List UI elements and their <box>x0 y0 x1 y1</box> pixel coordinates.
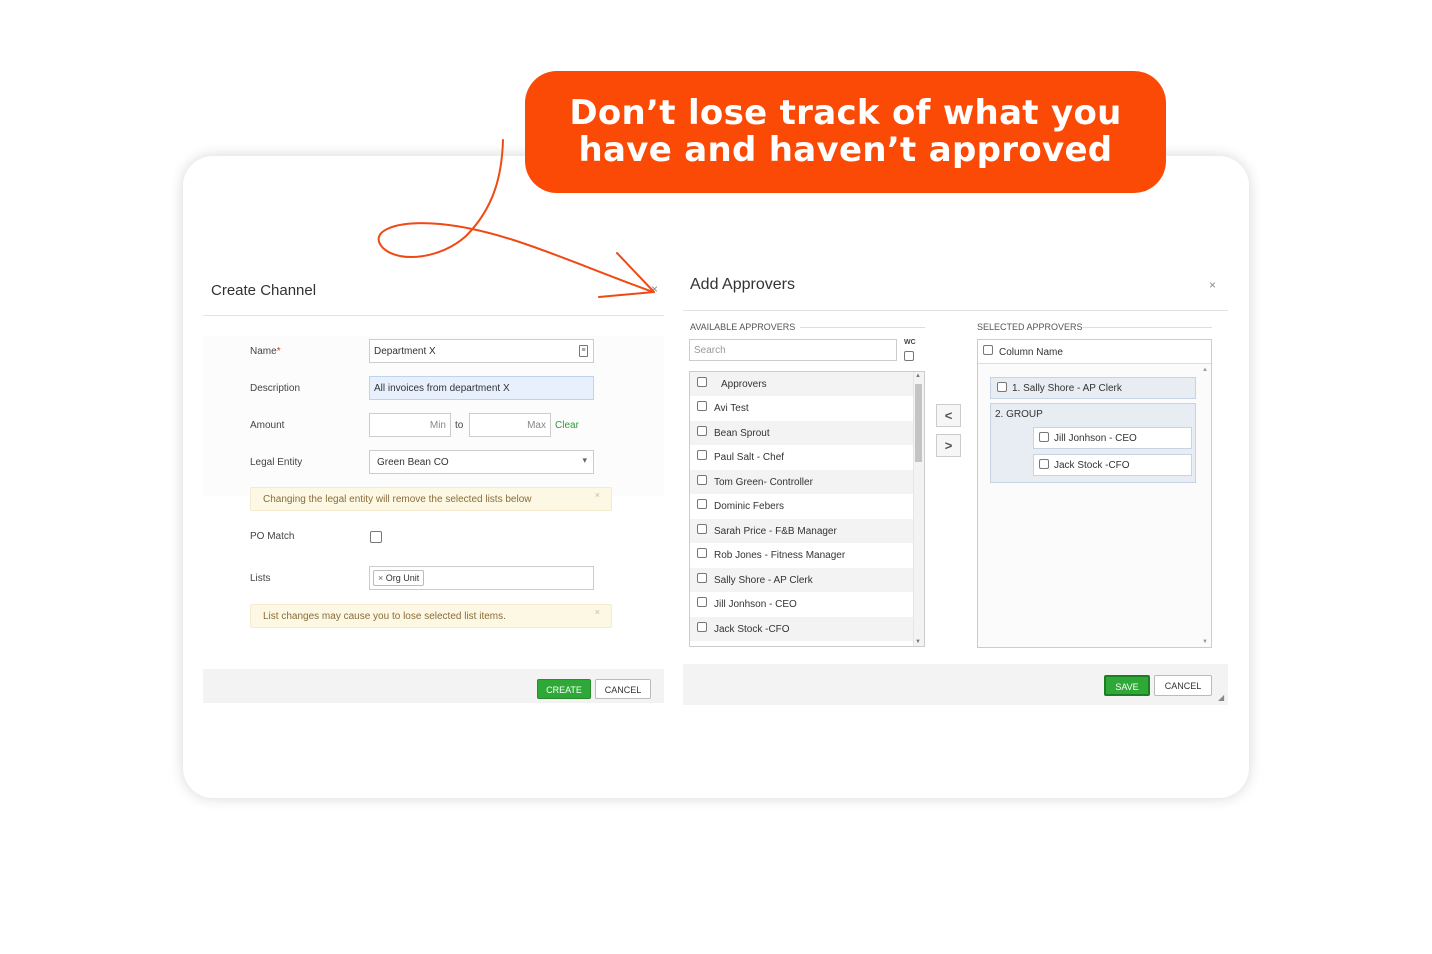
po-match-label: PO Match <box>250 531 295 542</box>
available-approvers-label: AVAILABLE APPROVERS <box>690 322 796 332</box>
select-all-checkbox[interactable] <box>697 377 707 387</box>
list-scrollbar[interactable]: ▲ ▼ <box>913 372 924 646</box>
scrollbar-thumb[interactable] <box>915 384 922 462</box>
lists-label: Lists <box>250 573 271 584</box>
scroll-down-icon[interactable]: ▼ <box>1202 639 1208 645</box>
selected-approvers-list: Column Name 1. Sally Shore - AP Clerk 2.… <box>977 339 1212 648</box>
selected-approvers-label: SELECTED APPROVERS <box>977 322 1083 332</box>
divider <box>1083 327 1212 328</box>
legal-entity-label: Legal Entity <box>250 457 303 468</box>
headline-line-1: Don’t lose track of what you <box>569 93 1122 133</box>
available-approvers-list: Approvers Avi Test Bean Sprout Paul Salt… <box>689 371 925 647</box>
list-item[interactable]: Jack Stock -CFO <box>690 617 913 641</box>
selected-approver-item[interactable]: 1. Sally Shore - AP Clerk <box>990 377 1196 399</box>
scroll-down-icon[interactable]: ▼ <box>915 639 921 645</box>
add-approvers-close-icon[interactable]: × <box>1209 278 1216 292</box>
legal-entity-warning: Changing the legal entity will remove th… <box>250 487 612 511</box>
name-input[interactable]: Department X ≡ <box>369 339 594 363</box>
amount-max-input[interactable]: Max <box>469 413 551 437</box>
item-checkbox[interactable] <box>697 450 707 460</box>
close-icon[interactable]: × <box>595 607 600 617</box>
group-member-item[interactable]: Jack Stock -CFO <box>1033 454 1192 476</box>
divider <box>683 310 1228 311</box>
column-header[interactable]: Column Name <box>978 340 1211 364</box>
move-right-button[interactable]: > <box>936 434 961 457</box>
create-channel-title: Create Channel <box>211 282 317 299</box>
name-label: Name* <box>250 346 281 357</box>
amount-label: Amount <box>250 420 285 431</box>
list-item[interactable]: Sally Shore - AP Clerk <box>690 568 913 592</box>
item-checkbox[interactable] <box>697 426 707 436</box>
item-checkbox[interactable] <box>697 548 707 558</box>
headline-line-2: have and haven’t approved <box>578 130 1113 170</box>
approver-group[interactable]: 2. GROUP Jill Jonhson - CEO Jack Stock -… <box>990 403 1196 483</box>
item-checkbox[interactable] <box>697 499 707 509</box>
close-icon[interactable]: × <box>595 490 600 500</box>
item-checkbox[interactable] <box>697 622 707 632</box>
list-header-approvers[interactable]: Approvers <box>690 372 913 396</box>
resize-handle-icon[interactable]: ◢ <box>1218 693 1224 702</box>
description-label: Description <box>250 383 301 394</box>
lists-input[interactable]: × Org Unit <box>369 566 594 590</box>
item-checkbox[interactable] <box>697 573 707 583</box>
item-checkbox[interactable] <box>697 524 707 534</box>
save-button[interactable]: SAVE <box>1104 675 1150 696</box>
item-checkbox[interactable] <box>697 597 707 607</box>
calculator-icon[interactable]: ≡ <box>579 345 588 357</box>
clear-link[interactable]: Clear <box>555 420 579 431</box>
cancel-button[interactable]: CANCEL <box>595 679 651 699</box>
group-member-item[interactable]: Jill Jonhson - CEO <box>1033 427 1192 449</box>
list-item[interactable]: Tom Green- Controller <box>690 470 913 494</box>
wc-checkbox[interactable] <box>904 351 914 361</box>
wc-label: WC <box>904 339 916 346</box>
amount-min-input[interactable]: Min <box>369 413 451 437</box>
list-item[interactable]: Dominic Febers <box>690 494 913 518</box>
item-checkbox[interactable] <box>1039 432 1049 442</box>
org-unit-chip[interactable]: × Org Unit <box>373 570 425 586</box>
list-item[interactable]: Sarah Price - F&B Manager <box>690 519 913 543</box>
divider <box>203 315 664 316</box>
po-match-checkbox[interactable] <box>370 531 382 543</box>
legal-entity-select[interactable]: Green Bean CO ▾ <box>369 450 594 474</box>
list-item[interactable]: Paul Salt - Chef <box>690 445 913 469</box>
divider <box>800 327 925 328</box>
remove-chip-icon[interactable]: × <box>378 573 383 583</box>
item-checkbox[interactable] <box>697 475 707 485</box>
create-channel-close-icon[interactable]: × <box>651 282 658 296</box>
group-label: 2. GROUP <box>995 409 1043 420</box>
item-checkbox[interactable] <box>1039 459 1049 469</box>
stage: Don’t lose track of what you have and ha… <box>0 0 1432 954</box>
lists-warning: List changes may cause you to lose selec… <box>250 604 612 628</box>
add-approvers-title: Add Approvers <box>690 276 795 293</box>
move-left-button[interactable]: < <box>936 404 961 427</box>
item-checkbox[interactable] <box>997 382 1007 392</box>
column-name-text: Column Name <box>999 347 1063 358</box>
scroll-up-icon[interactable]: ▲ <box>1202 367 1208 373</box>
headline-banner: Don’t lose track of what you have and ha… <box>525 71 1166 193</box>
scroll-up-icon[interactable]: ▲ <box>915 373 921 379</box>
create-button[interactable]: CREATE <box>537 679 591 699</box>
approver-search-input[interactable]: Search <box>689 339 897 361</box>
cancel-button[interactable]: CANCEL <box>1154 675 1212 696</box>
list-item[interactable]: Rob Jones - Fitness Manager <box>690 543 913 567</box>
chevron-down-icon: ▾ <box>582 455 587 465</box>
list-item[interactable]: Bean Sprout <box>690 421 913 445</box>
list-item[interactable]: Avi Test <box>690 396 913 420</box>
amount-to-text: to <box>455 420 464 431</box>
column-name-checkbox[interactable] <box>983 345 993 355</box>
required-mark: * <box>276 346 281 357</box>
description-input[interactable]: All invoices from department X <box>369 376 594 400</box>
item-checkbox[interactable] <box>697 401 707 411</box>
list-item[interactable]: Jill Jonhson - CEO <box>690 592 913 616</box>
